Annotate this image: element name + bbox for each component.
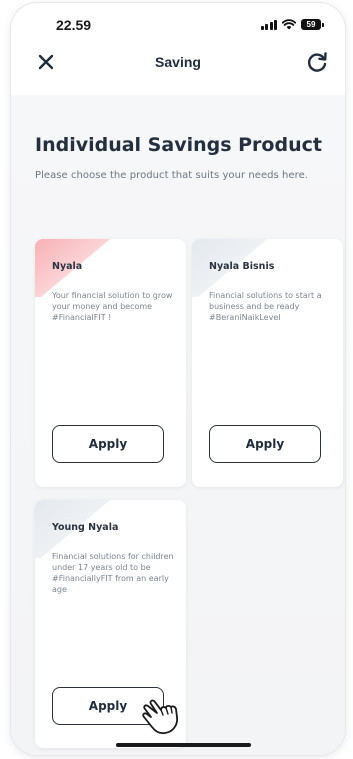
status-time: 22.59 xyxy=(56,17,92,33)
phone-screen: 22.59 59 Saving Individual Savings Produ… xyxy=(11,3,345,755)
hand-pointer-icon xyxy=(142,699,178,735)
page-subtitle: Please choose the product that suits you… xyxy=(35,170,309,181)
product-description: Your financial solution to grow your mon… xyxy=(52,291,173,322)
app-header: Saving xyxy=(11,43,345,83)
apply-button-nyala-bisnis[interactable]: Apply xyxy=(209,425,321,463)
page-title: Individual Savings Product xyxy=(35,134,322,156)
status-icons: 59 xyxy=(260,19,324,30)
refresh-icon[interactable] xyxy=(305,50,329,74)
product-name: Young Nyala xyxy=(52,522,119,533)
product-description: Financial solutions for children under 1… xyxy=(52,552,174,594)
wifi-icon xyxy=(282,19,296,30)
product-card-nyala-bisnis[interactable]: Nyala Bisnis Financial solutions to star… xyxy=(192,239,343,487)
home-indicator[interactable] xyxy=(116,743,251,747)
status-bar: 22.59 59 xyxy=(11,3,345,39)
product-name: Nyala Bisnis xyxy=(209,261,275,272)
header-title: Saving xyxy=(155,54,201,70)
apply-button-nyala[interactable]: Apply xyxy=(52,425,164,463)
product-name: Nyala xyxy=(52,261,83,272)
card-accent xyxy=(35,239,131,297)
product-description: Financial solutions to start a business … xyxy=(209,291,322,322)
signal-icon xyxy=(260,19,277,30)
product-card-nyala[interactable]: Nyala Your financial solution to grow yo… xyxy=(35,239,186,487)
battery-icon: 59 xyxy=(301,19,324,30)
